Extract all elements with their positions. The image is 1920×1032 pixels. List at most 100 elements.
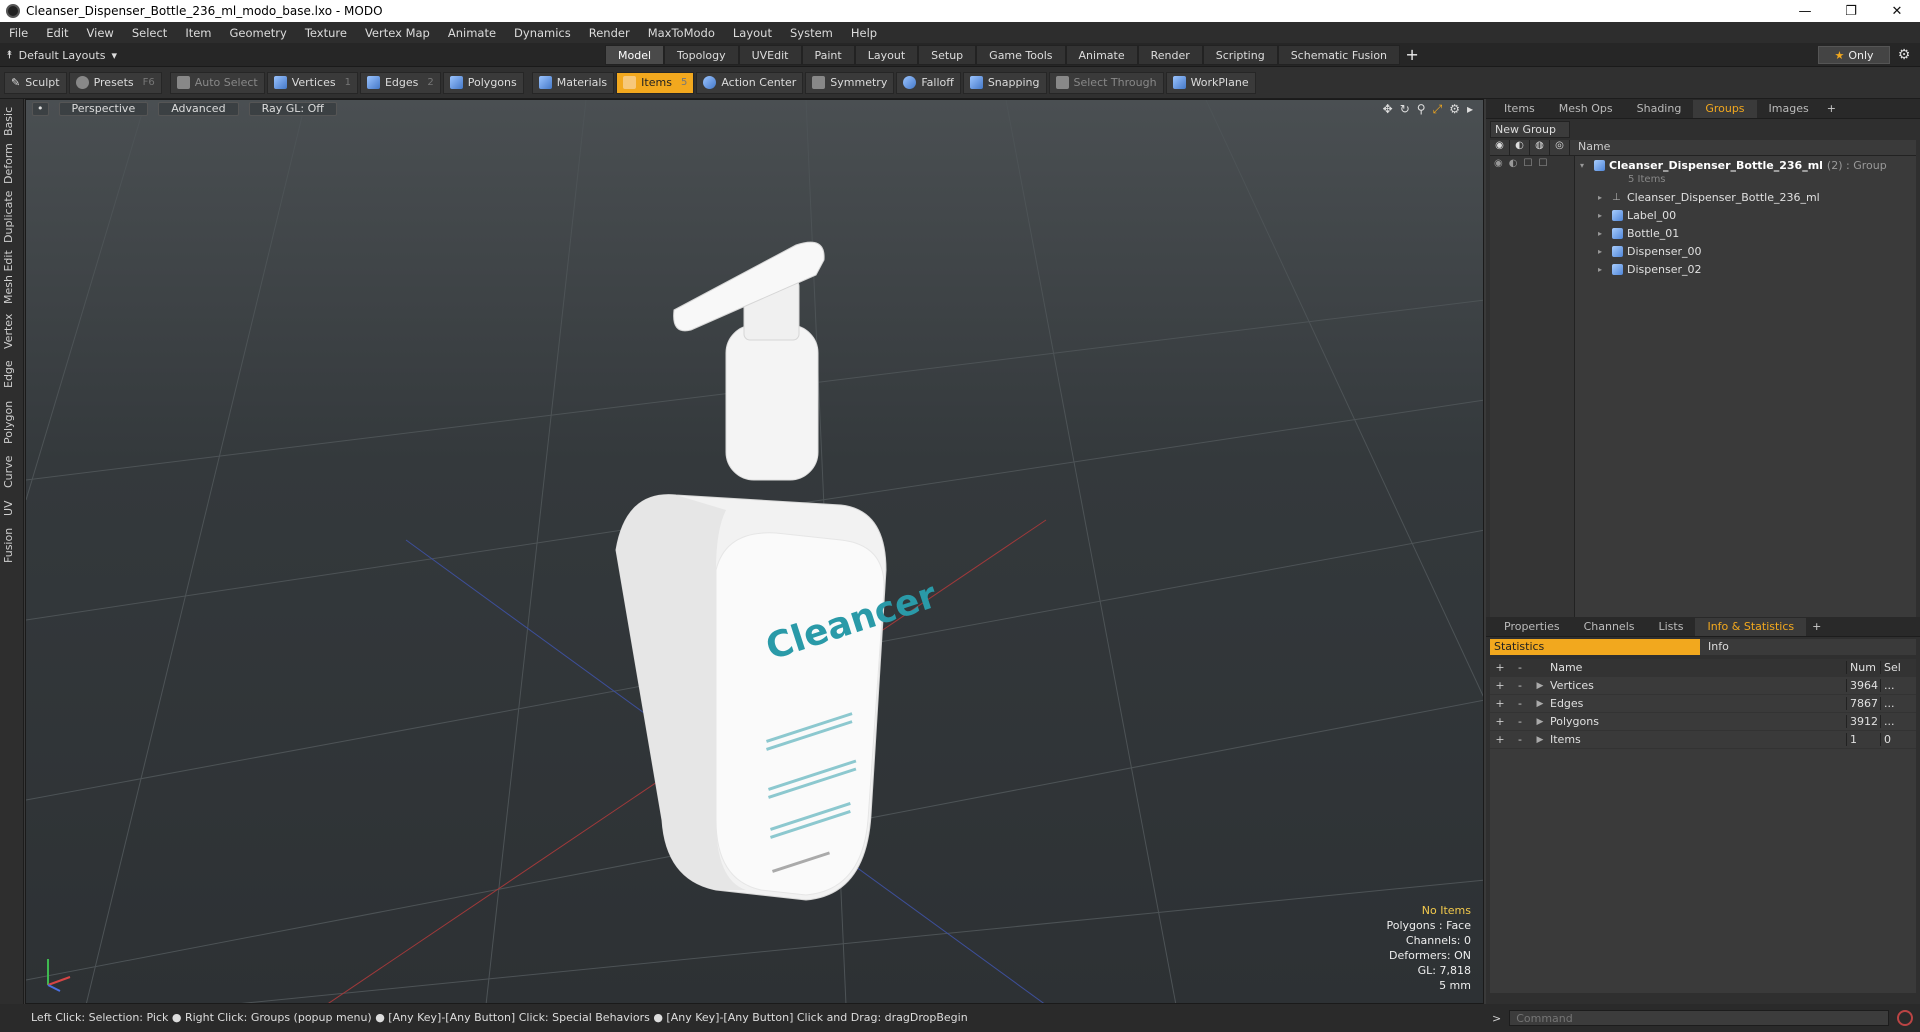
expand-icon[interactable]: ▶ — [1530, 699, 1550, 709]
menu-select[interactable]: Select — [123, 26, 176, 40]
shading-mode-button[interactable]: Advanced — [158, 102, 239, 116]
lock-icon[interactable]: ☐ — [1523, 158, 1532, 169]
tab-basic[interactable]: Basic — [2, 105, 22, 137]
table-row[interactable]: + - ▶ Items 1 0 — [1490, 731, 1916, 749]
command-input[interactable] — [1509, 1010, 1890, 1026]
tree-row-item[interactable]: ▸ Bottle_01 — [1598, 224, 1679, 242]
vertices-button[interactable]: Vertices 1 — [266, 71, 358, 94]
menu-item[interactable]: Item — [176, 26, 220, 40]
tab-mesh-ops[interactable]: Mesh Ops — [1547, 100, 1625, 118]
tab-items[interactable]: Items — [1492, 100, 1547, 118]
pan-icon[interactable]: ✥ — [1383, 102, 1393, 117]
tab-curve[interactable]: Curve — [2, 453, 22, 491]
falloff-button[interactable]: Falloff — [896, 71, 961, 94]
visibility-col-icon[interactable]: ◉ — [1490, 140, 1510, 155]
tab-setup[interactable]: Setup — [918, 45, 977, 65]
tree-row-item[interactable]: ▸ Dispenser_00 — [1598, 242, 1702, 260]
tree-row-item[interactable]: ▸ Dispenser_02 — [1598, 260, 1702, 278]
tab-animate[interactable]: Animate — [1065, 45, 1138, 65]
table-row[interactable]: + - ▶ Edges 7867 ... — [1490, 695, 1916, 713]
lock-col-icon[interactable]: ◍ — [1530, 140, 1550, 155]
tab-mesh-edit[interactable]: Mesh Edit — [2, 249, 22, 305]
rotate-icon[interactable]: ↻ — [1400, 102, 1410, 117]
sculpt-button[interactable]: ✎ Sculpt — [4, 71, 67, 94]
presets-button[interactable]: Presets F6 — [68, 71, 162, 94]
materials-button[interactable]: Materials — [531, 71, 615, 94]
tab-vertex[interactable]: Vertex — [2, 311, 22, 351]
menu-help[interactable]: Help — [842, 26, 886, 40]
gear-icon[interactable]: ⚙ — [1894, 46, 1914, 64]
auto-select-button[interactable]: Auto Select — [169, 71, 265, 94]
add-selection-icon[interactable]: + — [1490, 697, 1510, 710]
subtab-statistics[interactable]: Statistics — [1490, 639, 1700, 655]
menu-render[interactable]: Render — [580, 26, 639, 40]
tree-row-group[interactable]: ▾ Cleanser_Dispenser_Bottle_236_ml (2) :… — [1580, 156, 1887, 174]
symmetry-button[interactable]: Symmetry — [805, 71, 895, 94]
tab-channels[interactable]: Channels — [1572, 618, 1647, 636]
tab-edge[interactable]: Edge — [2, 357, 22, 391]
add-all-icon[interactable]: + — [1490, 661, 1510, 674]
3d-viewport[interactable]: Cleancer • Perspective Advanced Ray GL: … — [25, 99, 1484, 1004]
add-panel-tab-icon[interactable]: + — [1806, 618, 1827, 636]
action-center-button[interactable]: Action Center — [696, 71, 804, 94]
collapse-icon[interactable]: ▾ — [1580, 161, 1590, 170]
tab-game-tools[interactable]: Game Tools — [976, 45, 1066, 65]
remove-selection-icon[interactable]: - — [1510, 697, 1530, 710]
menu-system[interactable]: System — [781, 26, 842, 40]
add-panel-tab-icon[interactable]: + — [1821, 100, 1842, 118]
tab-render[interactable]: Render — [1137, 45, 1203, 65]
table-row[interactable]: + - ▶ Polygons 3912 ... — [1490, 713, 1916, 731]
tab-polygon[interactable]: Polygon — [2, 397, 22, 447]
remove-selection-icon[interactable]: - — [1510, 715, 1530, 728]
expand-icon[interactable]: ▸ — [1598, 247, 1608, 256]
bottle-model[interactable]: Cleancer — [615, 241, 942, 901]
expand-icon[interactable]: ▶ — [1530, 735, 1550, 745]
add-selection-icon[interactable]: + — [1490, 733, 1510, 746]
expand-icon[interactable]: ▸ — [1598, 193, 1608, 202]
minimize-icon[interactable]: — — [1782, 0, 1828, 22]
render-col-icon[interactable]: ◐ — [1510, 140, 1530, 155]
tab-groups[interactable]: Groups — [1693, 99, 1757, 118]
zoom-icon[interactable]: ⚲ — [1417, 102, 1426, 117]
tree-row-item[interactable]: ▸ Label_00 — [1598, 206, 1676, 224]
tab-properties[interactable]: Properties — [1492, 618, 1572, 636]
expand-icon[interactable]: ▸ — [1598, 265, 1608, 274]
fit-icon[interactable]: ⤢ — [1433, 102, 1443, 117]
remove-selection-icon[interactable]: - — [1510, 733, 1530, 746]
tab-model[interactable]: Model — [605, 45, 665, 65]
tab-deform[interactable]: Deform — [2, 143, 22, 185]
tab-paint[interactable]: Paint — [801, 45, 855, 65]
add-selection-icon[interactable]: + — [1490, 679, 1510, 692]
tab-uv[interactable]: UV — [2, 497, 22, 519]
only-button[interactable]: ★ Only — [1818, 46, 1890, 64]
close-icon[interactable]: ✕ — [1874, 0, 1920, 22]
menu-dynamics[interactable]: Dynamics — [505, 26, 580, 40]
tab-layout[interactable]: Layout — [854, 45, 919, 65]
tab-info-statistics[interactable]: Info & Statistics — [1695, 617, 1807, 636]
menu-texture[interactable]: Texture — [296, 26, 356, 40]
tab-schematic-fusion[interactable]: Schematic Fusion — [1277, 45, 1401, 65]
layout-selector[interactable]: ⯭ Default Layouts ▾ — [6, 46, 117, 64]
expand-icon[interactable]: ▶ — [1530, 681, 1550, 691]
tab-lists[interactable]: Lists — [1647, 618, 1696, 636]
render-icon[interactable]: ◐ — [1509, 158, 1518, 169]
remove-selection-icon[interactable]: - — [1510, 679, 1530, 692]
tab-scripting[interactable]: Scripting — [1202, 45, 1278, 65]
menu-geometry[interactable]: Geometry — [221, 26, 296, 40]
tree-row-item[interactable]: ▸ ⊥ Cleanser_Dispenser_Bottle_236_ml — [1598, 188, 1820, 206]
menu-edit[interactable]: Edit — [37, 26, 77, 40]
menu-view[interactable]: View — [78, 26, 123, 40]
edges-button[interactable]: Edges 2 — [359, 71, 441, 94]
select-through-button[interactable]: Select Through — [1048, 71, 1164, 94]
viewport-menu-dot[interactable]: • — [32, 102, 49, 116]
menu-file[interactable]: File — [0, 26, 37, 40]
snapping-button[interactable]: Snapping — [962, 71, 1047, 94]
select-col-icon[interactable]: ◎ — [1550, 140, 1570, 155]
select-icon[interactable]: ☐ — [1538, 158, 1547, 169]
raygl-button[interactable]: Ray GL: Off — [248, 102, 337, 116]
tab-fusion[interactable]: Fusion — [2, 525, 22, 565]
add-selection-icon[interactable]: + — [1490, 715, 1510, 728]
expand-icon[interactable]: ▸ — [1598, 211, 1608, 220]
items-button[interactable]: Items 5 — [616, 71, 695, 94]
table-row[interactable]: + - ▶ Vertices 3964 ... — [1490, 677, 1916, 695]
